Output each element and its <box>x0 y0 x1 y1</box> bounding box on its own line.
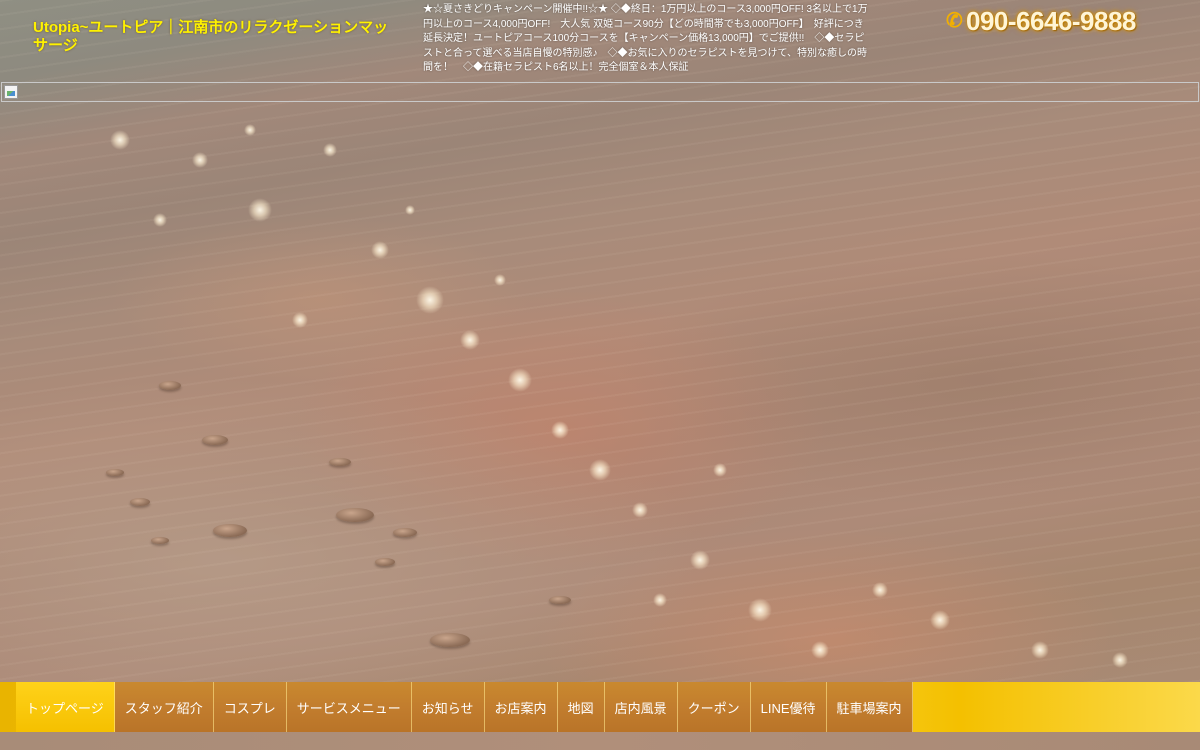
sparkle <box>1112 652 1128 668</box>
sparkle <box>748 598 772 622</box>
sparkle <box>508 368 532 392</box>
sparkle <box>405 205 415 215</box>
coin <box>159 380 181 390</box>
coin <box>430 633 470 647</box>
coin <box>213 523 247 537</box>
coin <box>393 527 417 537</box>
sparkle <box>292 312 308 328</box>
broken-image-icon <box>4 85 18 99</box>
sparkle <box>494 274 506 286</box>
coin <box>130 498 150 506</box>
coin <box>375 558 395 566</box>
coin <box>549 596 571 604</box>
sparkle <box>690 550 710 570</box>
nav-item-map[interactable]: 地図 <box>557 682 605 732</box>
nav-item-coupon[interactable]: クーポン <box>677 682 751 732</box>
site-title[interactable]: Utopia~ユートピア｜江南市のリラクゼーションマッサージ <box>33 19 393 55</box>
sparkle <box>1031 641 1049 659</box>
nav-list: トップページ スタッフ紹介 コスプレ サービスメニュー お知らせ お店案内 地図… <box>16 682 913 732</box>
sparkle <box>371 241 389 259</box>
background-beach-image <box>0 0 1200 750</box>
global-nav: トップページ スタッフ紹介 コスプレ サービスメニュー お知らせ お店案内 地図… <box>0 682 1200 732</box>
coin <box>106 468 124 476</box>
sparkle <box>653 593 667 607</box>
sparkle <box>713 463 727 477</box>
sparkle <box>589 459 611 481</box>
sparkle <box>872 582 888 598</box>
sparkle <box>244 124 256 136</box>
sparkle <box>551 421 569 439</box>
campaign-text: ★☆夏さきどりキャンペーン開催中!!☆★ ◇◆終日：1万円以上のコース3,000… <box>423 4 868 73</box>
sparkle <box>248 198 272 222</box>
sparkle <box>416 286 444 314</box>
coin <box>151 536 169 544</box>
phone-link[interactable]: ✆ 090-6646-9888 <box>946 6 1136 37</box>
nav-item-cosplay[interactable]: コスプレ <box>213 682 287 732</box>
header: Utopia~ユートピア｜江南市のリラクゼーションマッサージ ★☆夏さきどりキャ… <box>0 0 1200 82</box>
sparkle <box>930 610 950 630</box>
sparkle <box>153 213 167 227</box>
nav-item-interior[interactable]: 店内風景 <box>604 682 678 732</box>
sparkle <box>632 502 648 518</box>
sparkle <box>110 130 130 150</box>
nav-item-staff[interactable]: スタッフ紹介 <box>114 682 214 732</box>
sparkle <box>323 143 337 157</box>
nav-item-service-menu[interactable]: サービスメニュー <box>286 682 412 732</box>
coin <box>336 508 374 522</box>
nav-item-top[interactable]: トップページ <box>16 682 115 732</box>
nav-item-news[interactable]: お知らせ <box>411 682 485 732</box>
phone-icon: ✆ <box>946 10 963 32</box>
nav-item-parking[interactable]: 駐車場案内 <box>826 682 913 732</box>
coin <box>329 458 351 466</box>
main-image-broken <box>1 82 1199 102</box>
sparkle <box>811 641 829 659</box>
coin <box>202 435 228 445</box>
nav-item-shop-info[interactable]: お店案内 <box>484 682 558 732</box>
background-strip <box>0 732 1200 750</box>
nav-item-line[interactable]: LINE優待 <box>750 682 827 732</box>
sparkle <box>460 330 480 350</box>
sparkle <box>192 152 208 168</box>
phone-number: 090-6646-9888 <box>966 6 1136 36</box>
